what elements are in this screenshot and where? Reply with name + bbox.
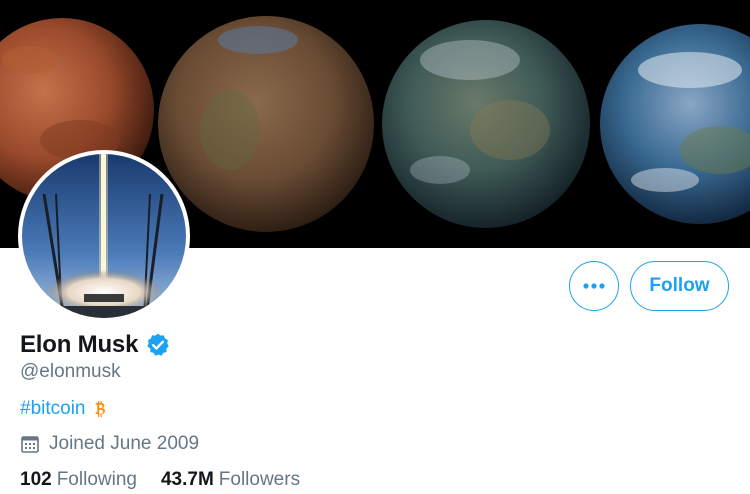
avatar[interactable] <box>18 150 190 322</box>
followers-link[interactable]: 43.7M Followers <box>161 469 300 491</box>
joined-date-row: Joined June 2009 <box>20 432 199 456</box>
display-name: Elon Musk <box>20 331 139 358</box>
more-options-button[interactable] <box>569 261 619 311</box>
user-handle: @elonmusk <box>20 361 121 382</box>
avatar-image <box>22 154 186 318</box>
follow-button-label: Follow <box>649 275 710 296</box>
calendar-icon <box>21 436 39 453</box>
follow-stats: 102 Following 43.7M Followers <box>20 468 300 492</box>
joined-date: Joined June 2009 <box>49 433 200 454</box>
more-icon <box>583 283 605 289</box>
following-count: 102 <box>20 469 52 490</box>
following-label: Following <box>56 469 137 490</box>
bio-hashtag-link[interactable]: #bitcoin <box>20 398 86 420</box>
bitcoin-icon <box>95 400 105 417</box>
bio: #bitcoin <box>20 397 109 421</box>
followers-count: 43.7M <box>160 469 214 490</box>
following-link[interactable]: 102 Following <box>20 469 137 491</box>
name-row: Elon Musk <box>20 330 171 360</box>
verified-badge-icon <box>147 333 169 356</box>
follow-button[interactable]: Follow <box>630 261 729 311</box>
followers-label: Followers <box>218 469 301 490</box>
